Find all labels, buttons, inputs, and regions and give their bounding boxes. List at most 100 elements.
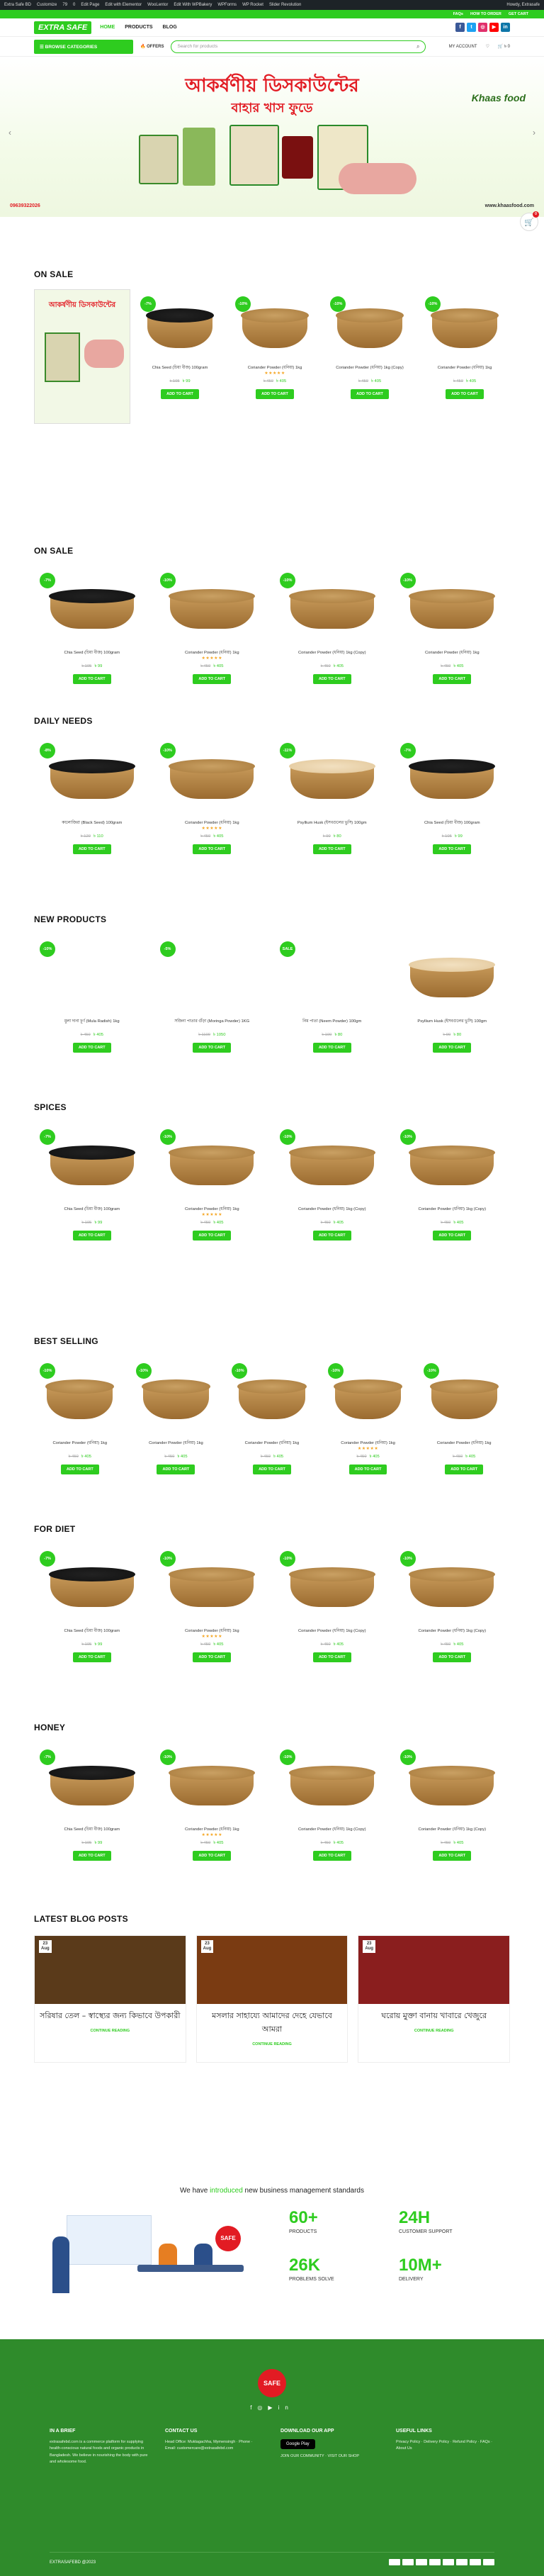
product-title[interactable]: Chia Seed (চিয়া বীজ) 100gram	[34, 1206, 150, 1212]
product-card[interactable]: -7% Chia Seed (চিয়া বীজ) 100gram ৳ 105 ৳ 9…	[34, 566, 150, 715]
add-to-cart-button[interactable]: ADD TO CART	[433, 1231, 472, 1241]
add-to-cart-button[interactable]: ADD TO CART	[312, 1652, 351, 1662]
add-to-cart-button[interactable]: ADD TO CART	[312, 1231, 351, 1241]
twitter-icon[interactable]: t	[467, 23, 476, 32]
search-icon[interactable]: ⌕	[416, 43, 419, 50]
admin-bar-item[interactable]: Edit Page	[81, 3, 99, 7]
blog-title[interactable]: মসলার সাহায্যে আমাদের দেহে যেভাবে আমরা	[197, 2004, 348, 2039]
nav-item[interactable]: BLOG	[163, 25, 177, 30]
add-to-cart-button[interactable]: ADD TO CART	[193, 674, 232, 684]
add-to-cart-button[interactable]: ADD TO CART	[193, 1851, 232, 1861]
product-title[interactable]: Coriander Powder (ধনিয়া) 1kg (Copy)	[274, 1206, 390, 1212]
add-to-cart-button[interactable]: ADD TO CART	[433, 1652, 472, 1662]
product-title[interactable]: Coriander Powder (ধনিয়া) 1kg (Copy)	[395, 1206, 511, 1212]
product-card[interactable]: -10% Coriander Powder (ধনিয়া) 1kg ৳ 450 ৳ …	[419, 289, 510, 431]
continue-reading-link[interactable]: CONTINUE READING	[35, 2029, 186, 2033]
blog-card[interactable]: 23 Aug সরিষার তেল – স্বাস্থ্যের জন্য কিভাব…	[34, 1935, 186, 2063]
add-to-cart-button[interactable]: ADD TO CART	[312, 1043, 351, 1053]
add-to-cart-button[interactable]: ADD TO CART	[193, 1652, 232, 1662]
slider-next-icon[interactable]: ›	[533, 128, 536, 138]
product-title[interactable]: Chia Seed (চিয়া বীজ) 100gram	[34, 1826, 150, 1832]
admin-bar-item[interactable]: WooLentor	[147, 3, 168, 7]
admin-bar-item[interactable]: Edit With WPBakery	[174, 3, 212, 7]
google-play-badge[interactable]: Google Play	[280, 2439, 315, 2449]
product-title[interactable]: Coriander Powder (ধনিয়া) 1kg (Copy)	[395, 1628, 511, 1634]
add-to-cart-button[interactable]: ADD TO CART	[72, 1231, 111, 1241]
wishlist-icon[interactable]: ♡	[485, 44, 489, 49]
product-card[interactable]: -7% Chia Seed (চিয়া বীজ) 100gram ৳ 105 ৳ 9…	[395, 736, 511, 885]
add-to-cart-button[interactable]: ADD TO CART	[72, 1043, 111, 1053]
blog-card[interactable]: 23 Aug ঘরোয় মুক্তা বানায় খাবারে খেজুরে CO…	[358, 1935, 511, 2063]
product-card[interactable]: -7% Chia Seed (চিয়া বীজ) 100gram ৳ 105 ৳ 9…	[34, 1122, 150, 1271]
product-title[interactable]: Chia Seed (চিয়া বীজ) 100gram	[34, 649, 150, 656]
add-to-cart-button[interactable]: ADD TO CART	[312, 674, 351, 684]
continue-reading-link[interactable]: CONTINUE READING	[358, 2029, 509, 2033]
product-card[interactable]: -10% Coriander Powder (ধনিয়া) 1kg ★★★★★ ৳ …	[154, 566, 271, 715]
product-card[interactable]: -10% Coriander Powder (ধনিয়া) 1kg ৳ 450 ৳ …	[226, 1356, 318, 1505]
product-card[interactable]: -10% Coriander Powder (ধনিয়া) 1kg ★★★★★ ৳ …	[154, 736, 271, 885]
product-title[interactable]: Chia Seed (চিয়া বীজ) 100gram	[135, 364, 225, 371]
product-card[interactable]: -10% Coriander Powder (ধনিয়া) 1kg ৳ 450 ৳ …	[418, 1356, 510, 1505]
add-to-cart-button[interactable]: ADD TO CART	[60, 1465, 99, 1474]
top-link[interactable]: GET CART	[509, 12, 528, 16]
product-card[interactable]: SALE নিম পাতা (Neem Powder) 100gm ৳ 100 ৳ 8…	[274, 934, 390, 1083]
product-card[interactable]: -10% Coriander Powder (ধনিয়া) 1kg ★★★★★ ৳ …	[154, 1544, 271, 1693]
add-to-cart-button[interactable]: ADD TO CART	[193, 1043, 232, 1053]
top-link[interactable]: HOW TO ORDER	[470, 12, 502, 16]
footer-logo[interactable]: SAFE	[258, 2369, 286, 2397]
product-card[interactable]: -10% Coriander Powder (ধনিয়া) 1kg (Copy)…	[274, 566, 390, 715]
product-title[interactable]: Psyllium Husk (ইসবগুলের ভুসি) 100gm	[395, 1018, 511, 1024]
add-to-cart-button[interactable]: ADD TO CART	[72, 674, 111, 684]
product-title[interactable]: Coriander Powder (ধনিয়া) 1kg	[322, 1440, 414, 1446]
add-to-cart-button[interactable]: ADD TO CART	[72, 1652, 111, 1662]
site-logo[interactable]: EXTRA SAFE	[34, 21, 92, 34]
product-title[interactable]: মুলা দানা চূর্ণ (Mula Radish) 1kg	[34, 1018, 150, 1024]
facebook-icon[interactable]: f	[455, 23, 465, 32]
product-title[interactable]: Coriander Powder (ধনিয়া) 1kg	[34, 1440, 126, 1446]
product-card[interactable]: -10% Coriander Powder (ধনিয়া) 1kg (Copy)…	[395, 1742, 511, 1891]
product-title[interactable]: Coriander Powder (ধনিয়া) 1kg	[154, 649, 271, 656]
add-to-cart-button[interactable]: ADD TO CART	[256, 389, 294, 399]
product-title[interactable]: Coriander Powder (ধনিয়া) 1kg	[230, 364, 320, 371]
add-to-cart-button[interactable]: ADD TO CART	[312, 1851, 351, 1861]
admin-bar-item[interactable]: Extra Safe BD	[4, 3, 31, 7]
blog-image[interactable]: 23 Aug	[358, 1936, 510, 2004]
product-title[interactable]: Coriander Powder (ধনিয়া) 1kg	[130, 1440, 222, 1446]
product-title[interactable]: Coriander Powder (ধনিয়া) 1kg	[154, 1826, 271, 1832]
floating-cart-button[interactable]: 🛒 0	[520, 211, 539, 231]
browse-categories-button[interactable]: ☰ BROWSE CATEGORIES	[34, 39, 133, 54]
promo-banner[interactable]: আকর্ষণীয় ডিসকাউন্টের	[34, 289, 130, 424]
product-card[interactable]: -10% Coriander Powder (ধনিয়া) 1kg (Copy)…	[274, 1544, 390, 1693]
add-to-cart-button[interactable]: ADD TO CART	[253, 1465, 291, 1474]
product-title[interactable]: Coriander Powder (ধনিয়া) 1kg	[418, 1440, 510, 1446]
blog-title[interactable]: সরিষার তেল – স্বাস্থ্যের জন্য কিভাবে উপক…	[35, 2004, 186, 2026]
offers-link[interactable]: 🔥 OFFERS	[140, 44, 164, 49]
product-card[interactable]: -7% Chia Seed (চিয়া বীজ) 100gram ৳ 105 ৳ 9…	[34, 1544, 150, 1693]
youtube-icon[interactable]: ▶	[489, 23, 499, 32]
product-card[interactable]: -10% Coriander Powder (ধনিয়া) 1kg (Copy)…	[324, 289, 415, 431]
product-title[interactable]: Coriander Powder (ধনিয়া) 1kg	[419, 364, 510, 371]
cart-link[interactable]: 🛒 ৳ 0	[498, 43, 510, 50]
product-title[interactable]: নিম পাতা (Neem Powder) 100gm	[274, 1018, 390, 1024]
blog-image[interactable]: 23 Aug	[196, 1936, 348, 2004]
youtube-icon[interactable]: ▶	[268, 2404, 278, 2411]
product-card[interactable]: -7% Chia Seed (চিয়া বীজ) 100gram ৳ 105 ৳ 9…	[135, 289, 225, 431]
blog-image[interactable]: 23 Aug	[35, 1936, 186, 2004]
admin-bar-item[interactable]: Customize	[37, 3, 57, 7]
product-title[interactable]: Coriander Powder (ধনিয়া) 1kg	[395, 649, 511, 656]
product-title[interactable]: সজিনা পাতার গুঁড়া (Moringa Powder) 1KG	[154, 1018, 271, 1024]
product-title[interactable]: Chia Seed (চিয়া বীজ) 100gram	[395, 819, 511, 826]
add-to-cart-button[interactable]: ADD TO CART	[433, 1043, 472, 1053]
product-card[interactable]: -10% Coriander Powder (ধনিয়া) 1kg ★★★★★ ৳ …	[322, 1356, 414, 1505]
product-card[interactable]: -10% Coriander Powder (ধনিয়া) 1kg ★★★★★ ৳ …	[154, 1742, 271, 1891]
product-title[interactable]: Coriander Powder (ধনিয়া) 1kg	[226, 1440, 318, 1446]
product-title[interactable]: Coriander Powder (ধনিয়া) 1kg (Copy)	[324, 364, 415, 371]
top-link[interactable]: FAQs	[453, 12, 463, 16]
product-title[interactable]: Coriander Powder (ধনিয়া) 1kg	[154, 819, 271, 826]
blog-card[interactable]: 23 Aug মসলার সাহায্যে আমাদের দেহে যেভাবে আ…	[196, 1935, 348, 2063]
add-to-cart-button[interactable]: ADD TO CART	[348, 1465, 387, 1474]
product-title[interactable]: Coriander Powder (ধনিয়া) 1kg (Copy)	[274, 1628, 390, 1634]
nav-item[interactable]: PRODUCTS	[125, 25, 152, 30]
product-title[interactable]: Psyllium Husk (ইসবগুলের ভুসি) 100gm	[274, 819, 390, 826]
nav-item[interactable]: HOME	[100, 25, 115, 30]
